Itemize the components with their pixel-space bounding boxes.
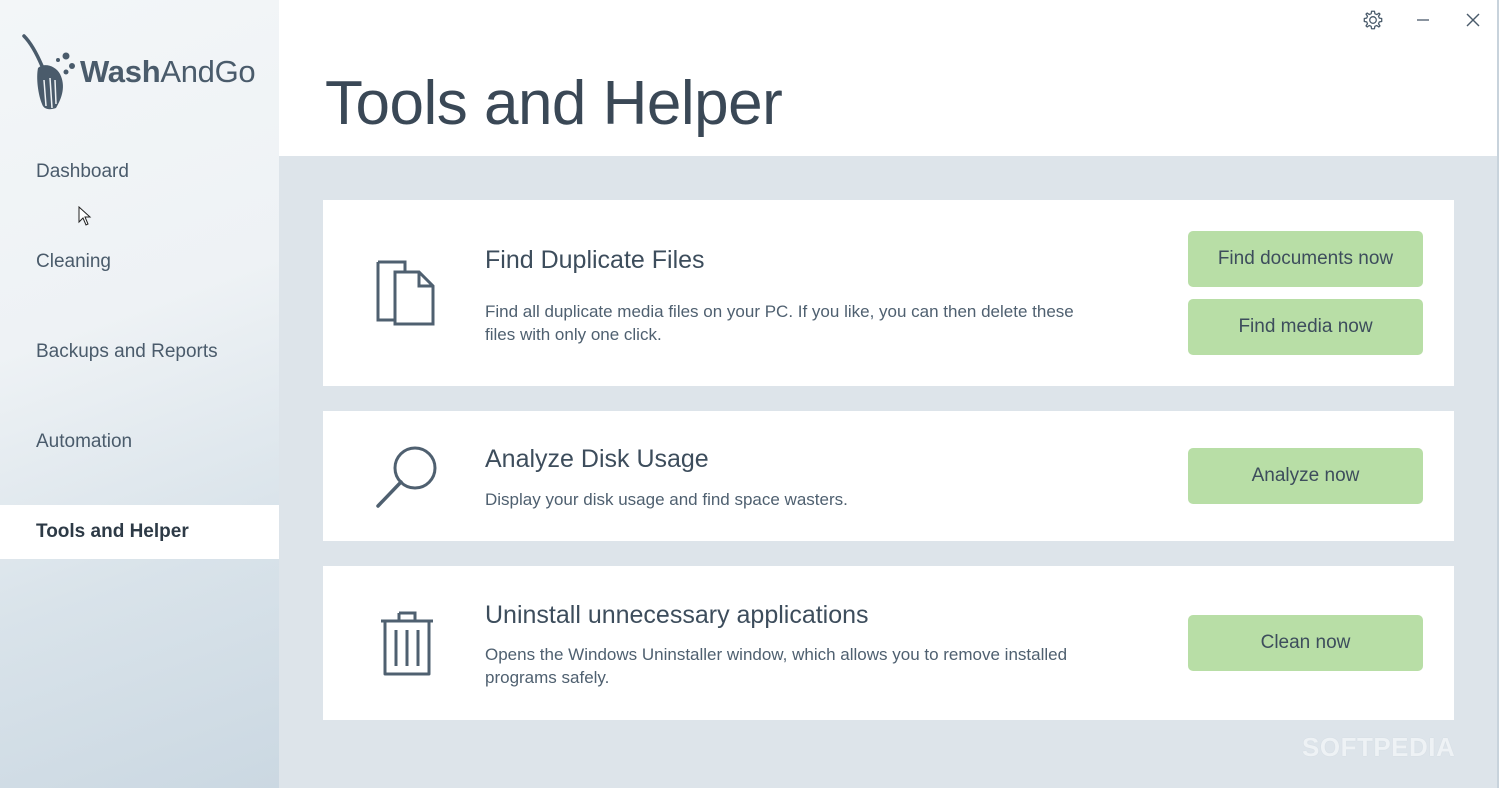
sidebar-item-cleaning[interactable]: Cleaning bbox=[0, 235, 279, 289]
card-title: Find Duplicate Files bbox=[485, 246, 705, 274]
page-header: Tools and Helper bbox=[279, 0, 1499, 156]
softpedia-watermark: SOFTPEDIA bbox=[1302, 732, 1456, 762]
card-description: Display your disk usage and find space w… bbox=[485, 490, 848, 509]
duplicate-files-card: Find Duplicate Files Find all duplicate … bbox=[323, 200, 1454, 386]
card-title: Uninstall unnecessary applications bbox=[485, 601, 869, 629]
duplicate-files-icon bbox=[376, 260, 435, 326]
uninstall-apps-card: Uninstall unnecessary applications Opens… bbox=[323, 566, 1454, 720]
mouse-cursor-icon bbox=[78, 206, 92, 226]
gear-icon bbox=[1363, 10, 1383, 30]
minimize-button[interactable] bbox=[1407, 6, 1439, 34]
sidebar-item-automation[interactable]: Automation bbox=[0, 415, 279, 469]
broom-logo-icon bbox=[22, 34, 75, 110]
card-title: Analyze Disk Usage bbox=[485, 445, 709, 473]
card-description: Find all duplicate media files on your P… bbox=[485, 302, 1074, 344]
sidebar: WashAndGo Dashboard Cleaning Backups and… bbox=[0, 0, 279, 788]
page-title: Tools and Helper bbox=[325, 69, 783, 138]
sidebar-item-tools-and-helper[interactable]: Tools and Helper bbox=[0, 505, 279, 559]
close-button[interactable] bbox=[1457, 6, 1489, 34]
app-logo: WashAndGo bbox=[22, 32, 262, 114]
analyze-now-button[interactable]: Analyze now bbox=[1188, 448, 1423, 504]
logo-text: WashAndGo bbox=[80, 54, 256, 89]
close-icon bbox=[1466, 13, 1480, 27]
sidebar-item-dashboard[interactable]: Dashboard bbox=[0, 145, 279, 199]
analyze-disk-card: Analyze Disk Usage Display your disk usa… bbox=[323, 411, 1454, 541]
find-documents-button[interactable]: Find documents now bbox=[1188, 231, 1423, 287]
find-media-button[interactable]: Find media now bbox=[1188, 299, 1423, 355]
sidebar-item-backups-and-reports[interactable]: Backups and Reports bbox=[0, 325, 279, 379]
magnifier-icon bbox=[376, 446, 437, 508]
clean-now-button[interactable]: Clean now bbox=[1188, 615, 1423, 671]
settings-button[interactable] bbox=[1357, 6, 1389, 34]
trash-icon bbox=[381, 611, 433, 676]
card-description: Opens the Windows Uninstaller window, wh… bbox=[485, 645, 1068, 687]
minimize-icon bbox=[1417, 19, 1429, 21]
